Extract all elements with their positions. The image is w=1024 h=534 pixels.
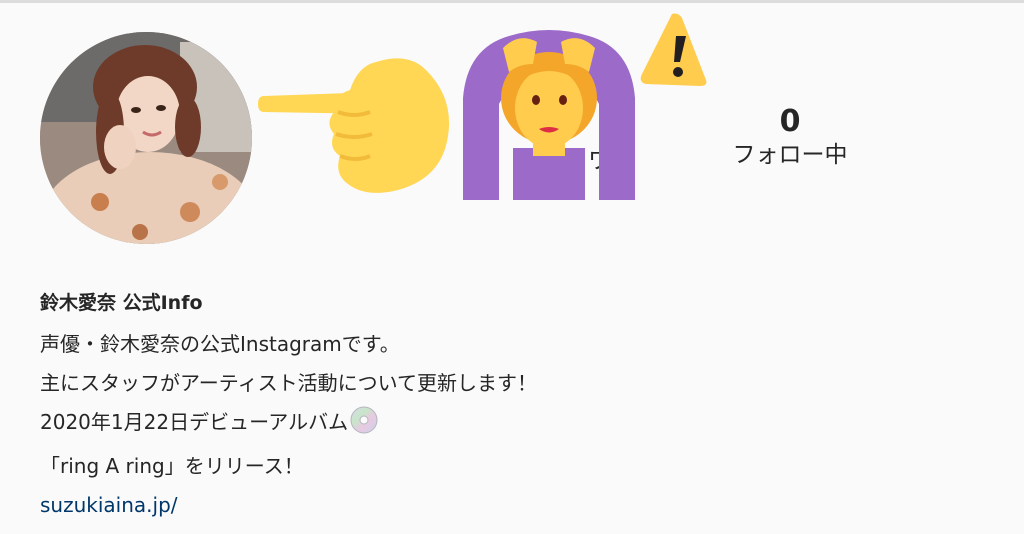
bio-line: 主にスタッフがアーティスト活動について更新します！ (40, 371, 537, 395)
website-link[interactable]: suzukiaina.jp/ (40, 486, 980, 525)
top-divider (0, 0, 1024, 3)
following-label: フォロー中 (732, 142, 848, 168)
bio-line: 「ring A ring」をリリース！ (40, 454, 304, 478)
following-stat[interactable]: 0 フォロー中 (716, 104, 864, 170)
following-count: 0 (779, 104, 801, 139)
woman-gesturing-ok-emoji (463, 30, 635, 200)
profile-name: 鈴木愛奈 公式Info (40, 292, 203, 314)
bio-line-text: 2020年1月22日デビューアルバム (40, 410, 349, 434)
bio-line: 声優・鈴木愛奈の公式Instagramです。 (40, 332, 400, 356)
profile-bio: 鈴木愛奈 公式Info 声優・鈴木愛奈の公式Instagramです。 主にスタッ… (40, 287, 980, 525)
warning-emoji (640, 13, 707, 86)
avatar-photo (40, 32, 252, 244)
profile-avatar[interactable] (40, 32, 252, 244)
pointing-hand-emoji (258, 58, 450, 193)
bio-line-with-disc: 2020年1月22日デビューアルバム (40, 403, 980, 447)
optical-disc-emoji (350, 406, 378, 447)
